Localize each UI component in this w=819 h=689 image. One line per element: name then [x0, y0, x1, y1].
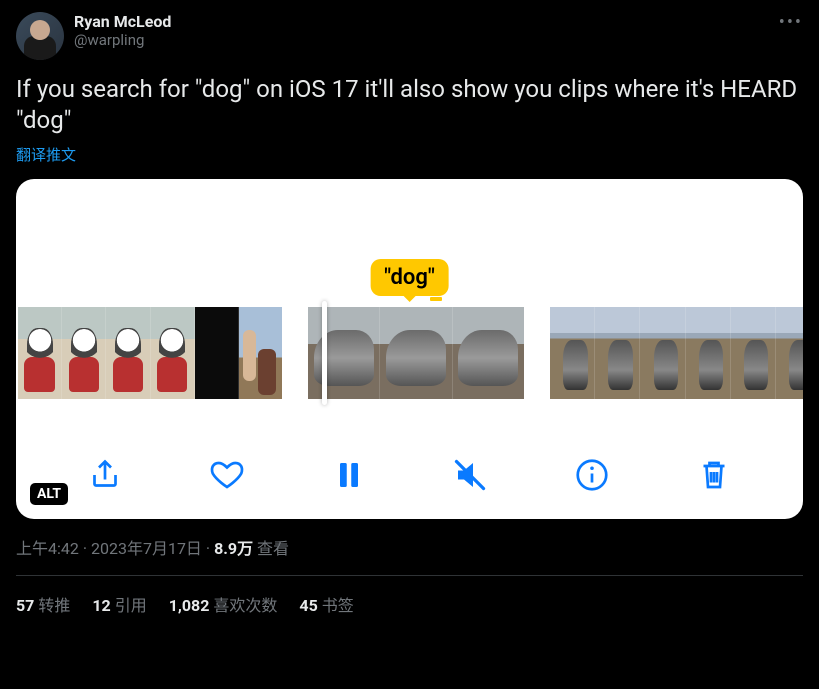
more-options-icon[interactable]: ••• — [779, 12, 803, 33]
clip-frame — [18, 307, 62, 399]
tweet-date: 2023年7月17日 — [91, 539, 202, 558]
playhead[interactable] — [322, 301, 327, 405]
clip-frame — [195, 307, 239, 399]
author-names[interactable]: Ryan McLeod @warpling — [74, 12, 171, 49]
clip-frame — [62, 307, 106, 399]
bookmarks-stat[interactable]: 45书签 — [299, 592, 353, 616]
media-card[interactable]: "dog" — [16, 179, 803, 519]
tweet-header: Ryan McLeod @warpling ••• — [16, 12, 803, 60]
likes-stat[interactable]: 1,082喜欢次数 — [169, 592, 278, 616]
tweet-stats: 57转推 12引用 1,082喜欢次数 45书签 — [16, 576, 803, 616]
share-icon[interactable] — [85, 455, 125, 495]
views-count: 8.9万 — [214, 539, 253, 558]
clip-frame — [550, 307, 595, 399]
video-timeline[interactable] — [16, 307, 803, 399]
alt-badge[interactable]: ALT — [30, 483, 68, 505]
translate-link[interactable]: 翻译推文 — [16, 144, 803, 165]
clip-frame — [453, 307, 524, 399]
info-icon[interactable] — [572, 455, 612, 495]
clip-frame — [640, 307, 685, 399]
tweet-meta[interactable]: 上午4:42 · 2023年7月17日 · 8.9万 查看 — [16, 535, 803, 559]
handle: @warpling — [74, 31, 171, 49]
trash-icon[interactable] — [694, 455, 734, 495]
heart-icon[interactable] — [207, 455, 247, 495]
pause-icon[interactable] — [329, 455, 369, 495]
media-toolbar — [16, 455, 803, 495]
clip-frame — [106, 307, 150, 399]
playhead-marker — [430, 297, 442, 301]
avatar[interactable] — [16, 12, 64, 60]
clip-group-3[interactable] — [550, 307, 803, 399]
search-tooltip: "dog" — [370, 259, 449, 296]
tweet-container: Ryan McLeod @warpling ••• If you search … — [0, 0, 819, 616]
clip-frame — [731, 307, 776, 399]
clip-frame — [776, 307, 803, 399]
retweets-stat[interactable]: 57转推 — [16, 592, 70, 616]
clip-group-1[interactable] — [18, 307, 282, 399]
clip-frame — [239, 307, 282, 399]
clip-frame — [308, 307, 380, 399]
clip-frame — [380, 307, 452, 399]
clip-frame — [686, 307, 731, 399]
clip-frame — [151, 307, 195, 399]
clip-frame — [595, 307, 640, 399]
display-name: Ryan McLeod — [74, 12, 171, 31]
tweet-time: 上午4:42 — [16, 539, 79, 558]
views-label: 查看 — [253, 539, 289, 558]
clip-group-2[interactable] — [308, 307, 524, 399]
tweet-text: If you search for "dog" on iOS 17 it'll … — [16, 74, 803, 136]
quotes-stat[interactable]: 12引用 — [92, 592, 146, 616]
mute-icon[interactable] — [450, 455, 490, 495]
